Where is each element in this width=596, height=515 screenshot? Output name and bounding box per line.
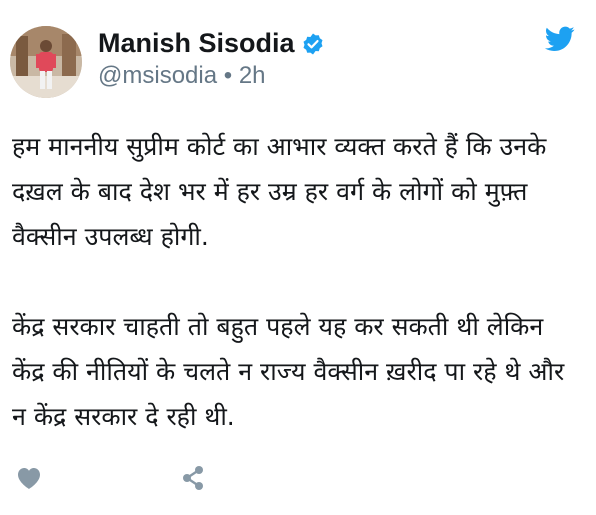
- share-icon[interactable]: [180, 464, 206, 492]
- tweet-card: Manish Sisodia @msisodia • 2h हम माननीय …: [0, 0, 596, 515]
- avatar[interactable]: [10, 26, 82, 98]
- twitter-bird-icon[interactable]: [544, 26, 575, 52]
- display-name-text[interactable]: Manish Sisodia: [98, 28, 295, 59]
- display-name[interactable]: Manish Sisodia: [98, 28, 325, 59]
- separator-dot: •: [223, 62, 233, 89]
- verified-badge-icon: [301, 32, 325, 56]
- tweet-body: हम माननीय सुप्रीम कोर्ट का आभार व्यक्त क…: [12, 124, 582, 439]
- heart-icon[interactable]: [16, 466, 42, 490]
- tweet-actions: [0, 460, 596, 500]
- handle[interactable]: @msisodia: [98, 62, 217, 89]
- handle-line: @msisodia • 2h: [98, 62, 266, 90]
- tweet-paragraph-2: केंद्र सरकार चाहती तो बहुत पहले यह कर सक…: [12, 312, 565, 431]
- timestamp[interactable]: 2h: [239, 62, 266, 89]
- tweet-paragraph-1: हम माननीय सुप्रीम कोर्ट का आभार व्यक्त क…: [12, 132, 547, 251]
